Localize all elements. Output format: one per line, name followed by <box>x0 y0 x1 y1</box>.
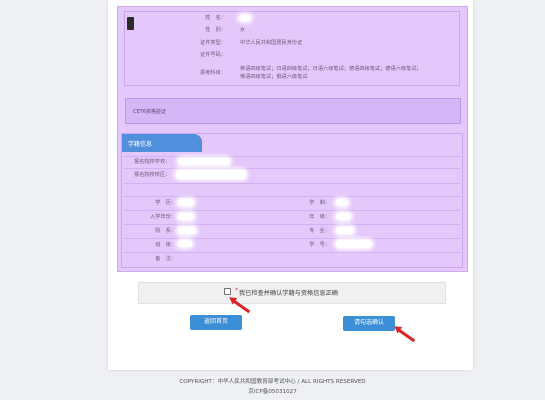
cet-title: CET6资格验证 <box>133 109 166 115</box>
school-label: 报名院校学校： <box>134 159 171 165</box>
grade-label: 年 级： <box>309 214 330 220</box>
class-label: 班 级： <box>155 242 176 248</box>
confirm-button[interactable]: 请勾选确认 <box>343 316 395 331</box>
divider <box>124 183 460 184</box>
campus-value-redacted <box>176 170 246 179</box>
gender-value: 女 <box>240 27 246 33</box>
remarks-label: 备 注： <box>155 256 176 262</box>
education-value-redacted <box>178 199 194 206</box>
campus-label: 报名院校校区： <box>134 172 171 178</box>
divider <box>124 210 460 211</box>
enrollment-year-value-redacted <box>178 213 194 220</box>
exam-subject-line1: 英语四级笔试；日语四级笔试；日语六级笔试；德语四级笔试；德语六级笔试； <box>240 66 422 72</box>
photo-icon <box>127 17 134 30</box>
id-number-label: 证件号码： <box>200 52 226 58</box>
divider <box>124 168 460 169</box>
footer-icp: 京ICP备05031027 <box>248 389 297 395</box>
grade-value-redacted <box>336 213 351 220</box>
divider <box>124 224 460 225</box>
name-label: 姓 名： <box>205 15 226 21</box>
student-id-value-redacted <box>336 240 372 248</box>
id-type-value: 中华人民共和国居民身份证 <box>240 40 303 46</box>
duration-value-redacted <box>336 199 348 206</box>
confirm-text: 我已检查并确认学籍与资格信息正确 <box>239 290 338 297</box>
school-value-redacted <box>178 158 230 165</box>
divider <box>124 156 460 157</box>
gender-label: 性 别： <box>205 27 226 33</box>
major-value-redacted <box>336 227 354 234</box>
divider <box>124 196 460 197</box>
required-mark: * <box>235 287 238 294</box>
tab-study-info-label: 学籍信息 <box>128 141 153 148</box>
student-id-label: 学 号： <box>309 242 330 248</box>
exam-subject-line2: 俄语四级笔试；俄语六级笔试 <box>240 74 308 80</box>
divider <box>124 238 460 239</box>
back-home-button[interactable]: 返回首页 <box>190 315 242 330</box>
major-label: 专 业： <box>309 228 330 234</box>
cet-qualification-bar <box>125 98 461 124</box>
name-value-redacted <box>239 15 251 21</box>
department-value-redacted <box>178 227 196 234</box>
id-type-label: 证件类型： <box>200 40 226 46</box>
tab-study-info[interactable]: 学籍信息 <box>122 134 202 152</box>
footer-copyright: COPYRIGHT：中华人民共和国教育部考试中心 / ALL RIGHTS RE… <box>179 379 366 385</box>
department-label: 院 系： <box>155 228 176 234</box>
exam-subject-label: 报考科目： <box>200 70 226 76</box>
class-value-redacted <box>178 240 192 247</box>
duration-label: 学 制： <box>309 200 330 206</box>
enrollment-year-label: 入学年份： <box>150 214 176 220</box>
education-label: 学 历： <box>155 200 176 206</box>
divider <box>124 252 460 253</box>
